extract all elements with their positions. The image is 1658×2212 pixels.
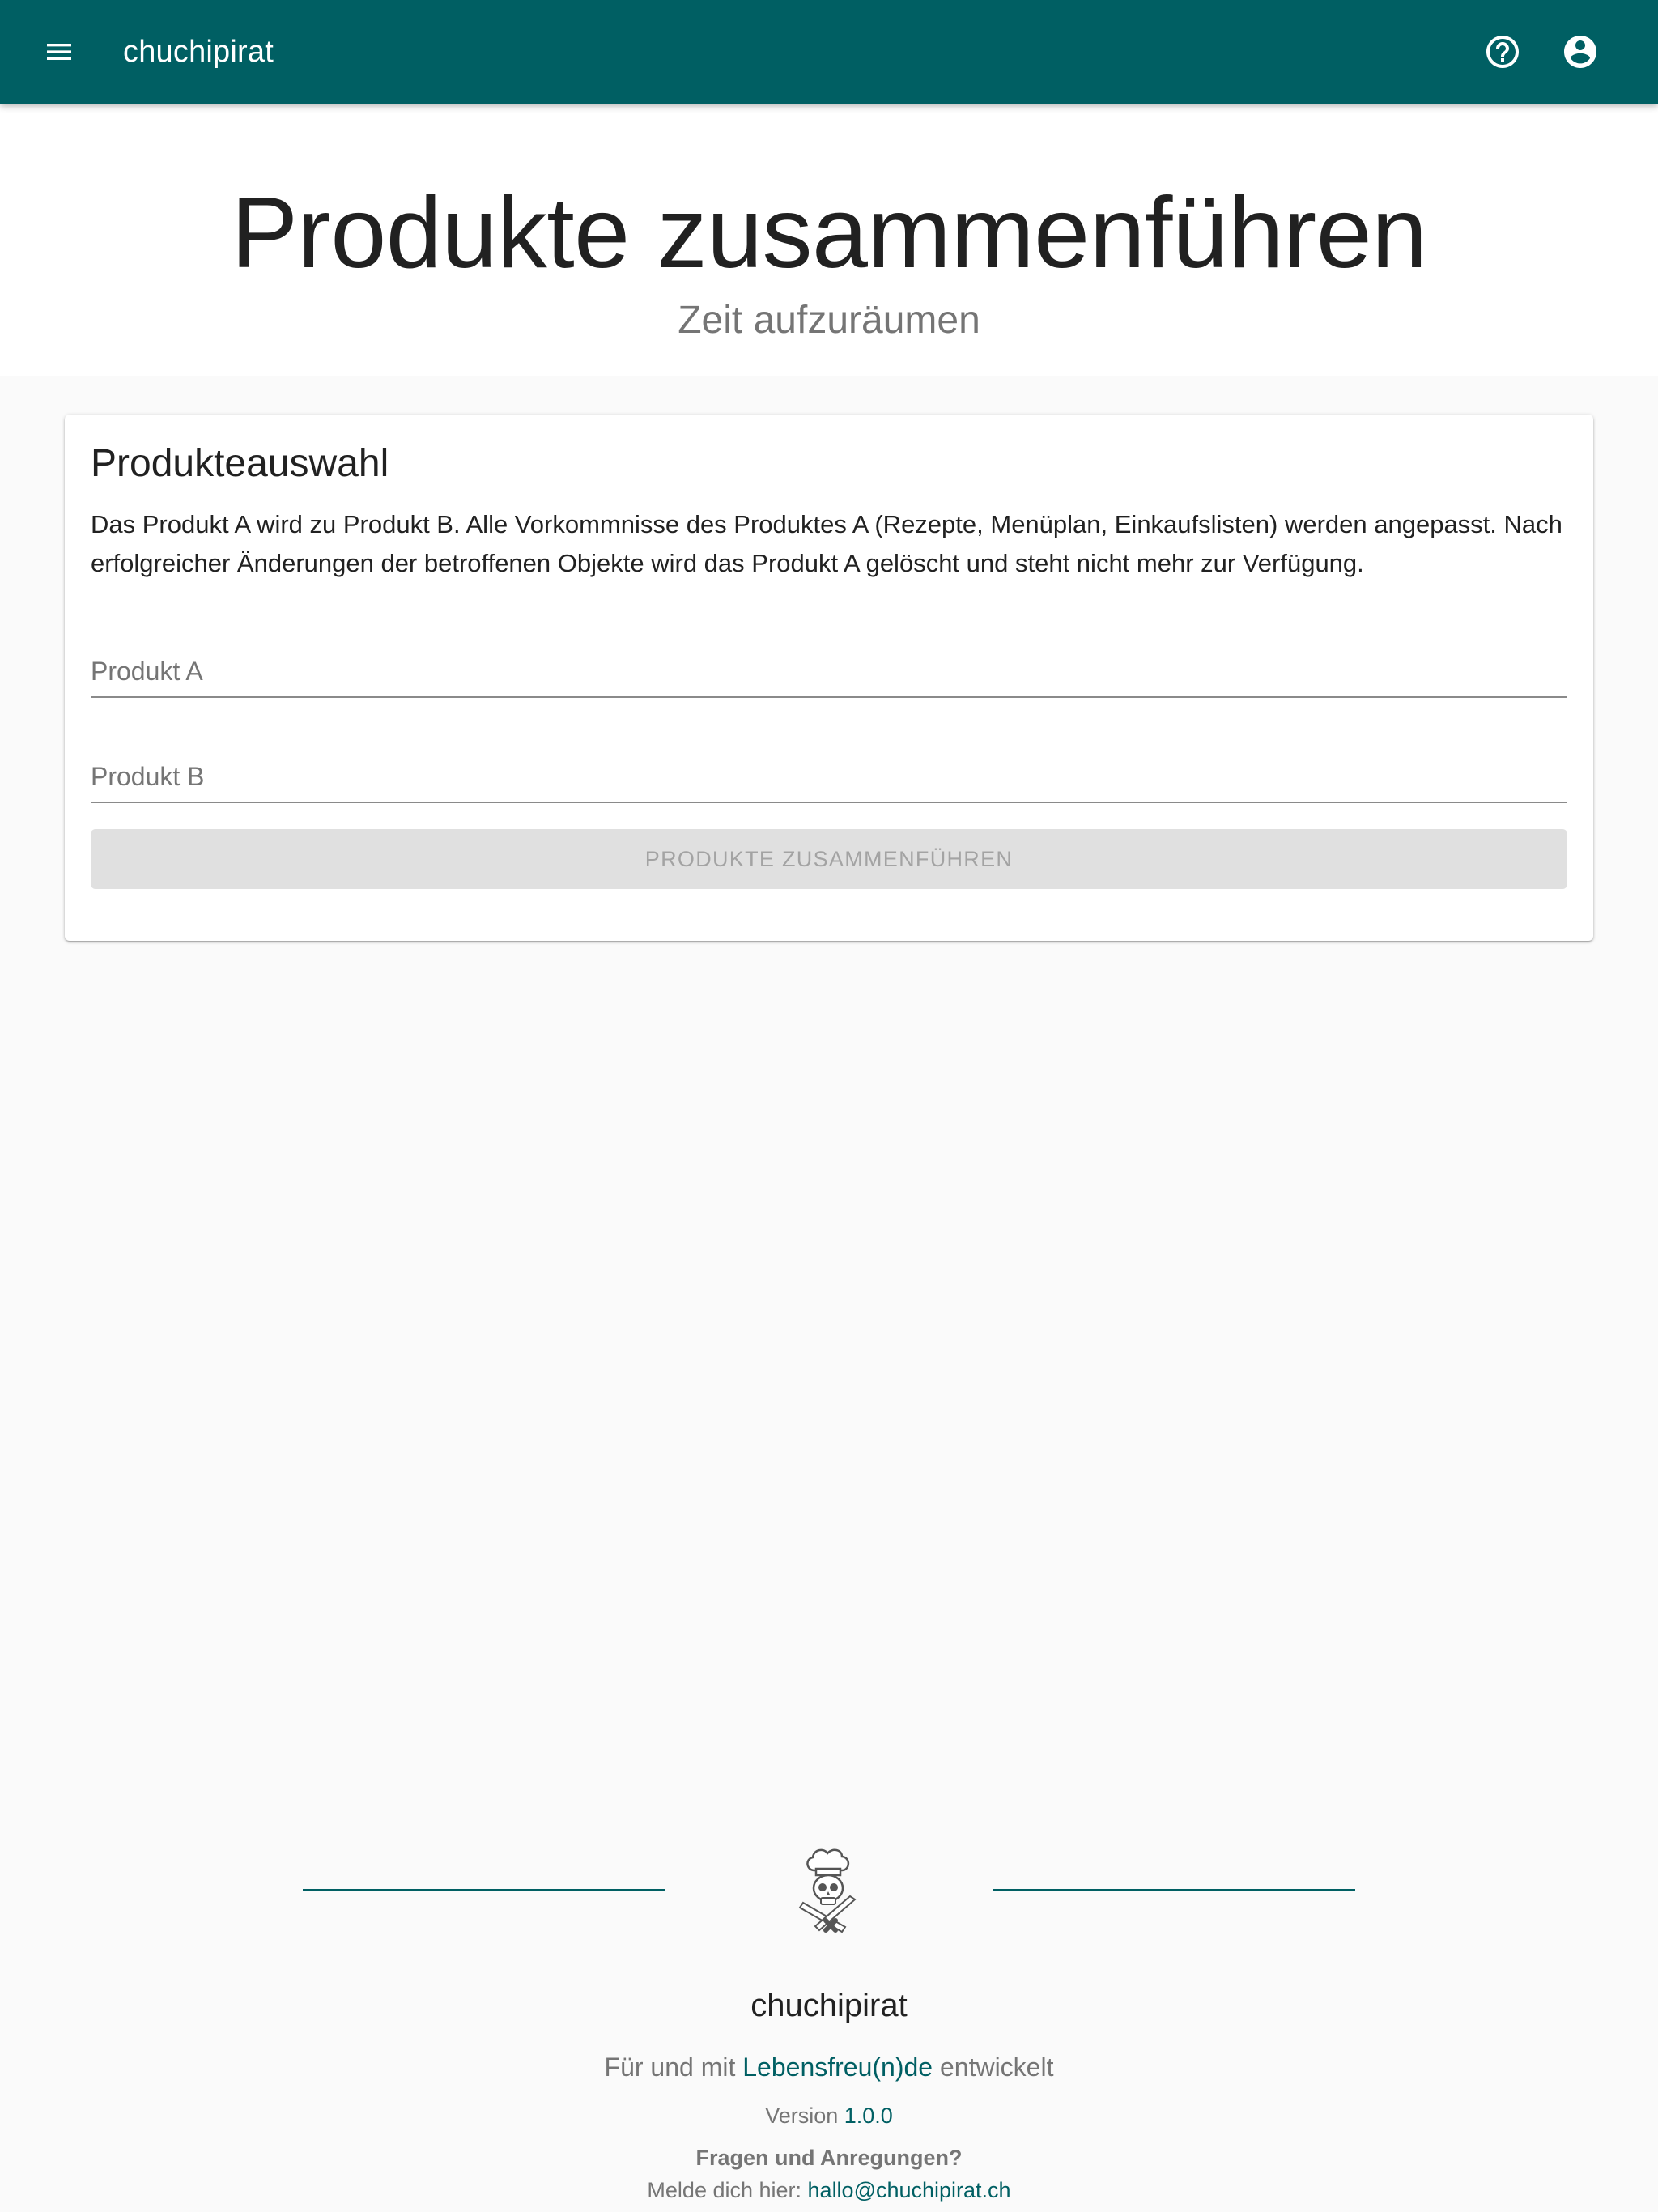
menu-icon (47, 44, 71, 60)
page-subtitle: Zeit aufzuräumen (678, 299, 980, 342)
version-link[interactable]: 1.0.0 (844, 2104, 893, 2128)
help-circle-icon (1486, 36, 1519, 68)
app-bar: chuchipirat (0, 0, 1658, 104)
footer-version: Version 1.0.0 (0, 2104, 1658, 2129)
page-title: Produkte zusammenführen (231, 177, 1427, 289)
footer-contact: Melde dich hier: hallo@chuchipirat.ch (0, 2178, 1658, 2203)
footer-divider-left (303, 1889, 665, 1891)
version-prefix: Version (765, 2104, 844, 2128)
tagline-prefix: Für und mit (604, 2052, 743, 2082)
product-a-underline (91, 696, 1567, 698)
footer-questions: Fragen und Anregungen? (695, 2146, 963, 2170)
product-a-label: Produkt A (91, 657, 203, 686)
contact-prefix: Melde dich hier: (647, 2178, 808, 2202)
account-circle-icon (1564, 36, 1596, 68)
account-button[interactable] (1552, 23, 1609, 80)
pirate-chef-logo-icon (798, 1848, 857, 1933)
tagline-suffix: entwickelt (933, 2052, 1054, 2082)
card-title: Produkteauswahl (91, 442, 389, 485)
contact-email-link[interactable]: hallo@chuchipirat.ch (808, 2178, 1011, 2202)
product-a-field[interactable]: Produkt A (91, 633, 1567, 698)
footer-divider-right (993, 1889, 1355, 1891)
footer-brand: chuchipirat (750, 1988, 908, 2023)
product-b-underline (91, 802, 1567, 803)
menu-button[interactable] (31, 23, 87, 80)
product-b-field[interactable]: Produkt B (91, 738, 1567, 803)
lebensfreunde-link[interactable]: Lebensfreu(n)de (742, 2052, 933, 2082)
help-button[interactable] (1474, 23, 1531, 80)
page-header: Produkte zusammenführen Zeit aufzuräumen (0, 104, 1658, 376)
card-description: Das Produkt A wird zu Produkt B. Alle Vo… (91, 510, 1562, 577)
footer-tagline: Für und mit Lebensfreu(n)de entwickelt (0, 2052, 1658, 2082)
product-b-label: Produkt B (91, 762, 205, 791)
app-title[interactable]: chuchipirat (123, 0, 274, 104)
merge-products-button[interactable]: PRODUKTE ZUSAMMENFÜHREN (91, 829, 1567, 889)
